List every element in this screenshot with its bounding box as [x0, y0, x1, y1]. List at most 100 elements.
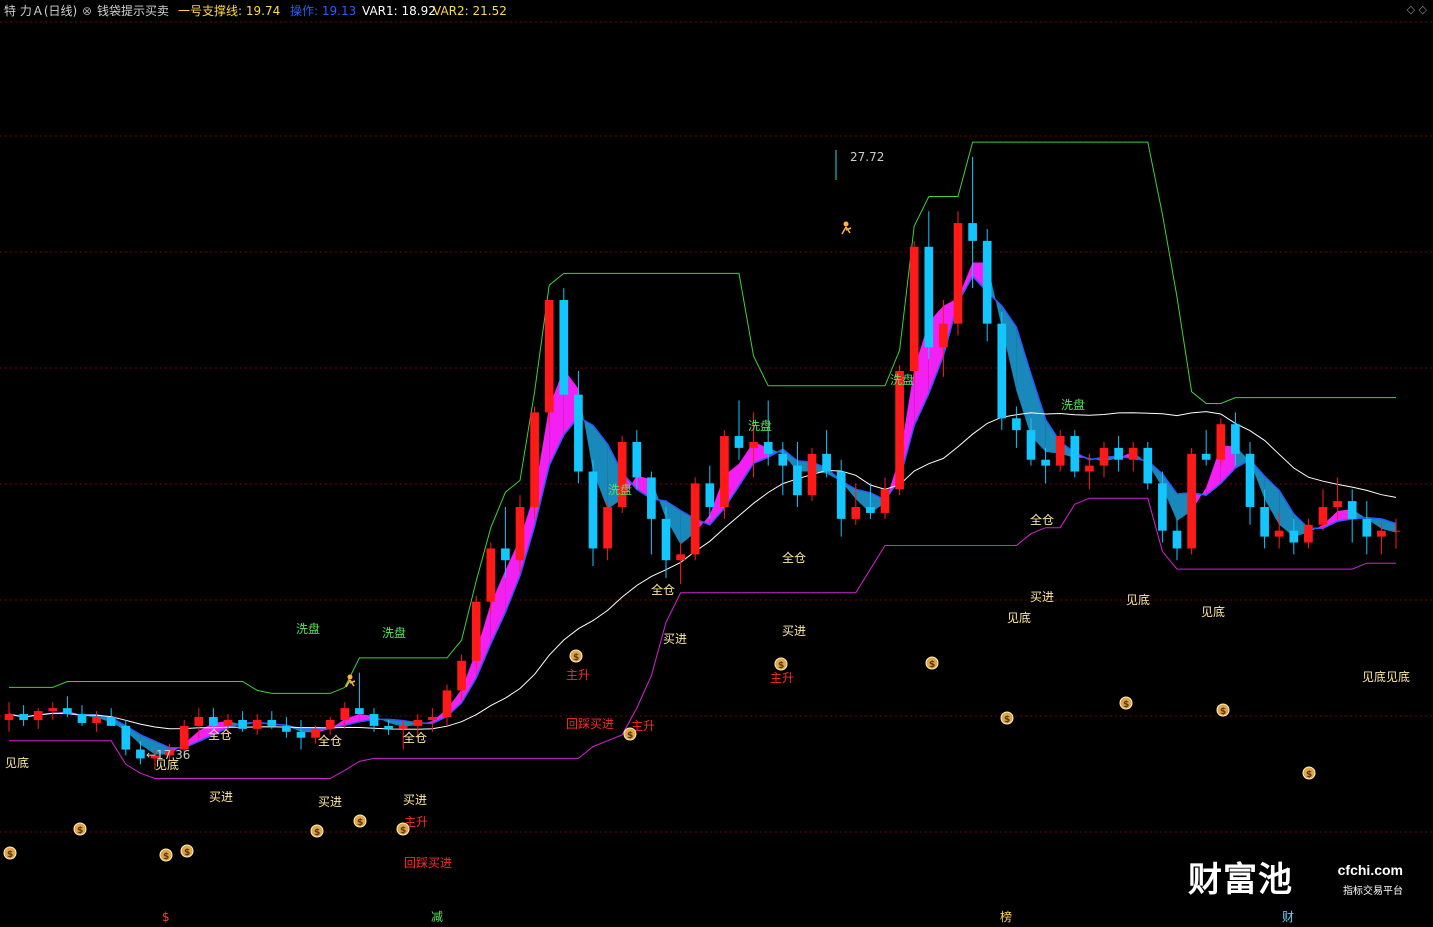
money-bag-icon: $: [353, 814, 367, 828]
candle: [1128, 441, 1138, 472]
candle-body: [749, 441, 758, 448]
candle-body: [515, 507, 525, 561]
full-position-label: 全仓: [208, 727, 232, 742]
candle: [647, 471, 656, 555]
candle-body: [1172, 530, 1182, 549]
candle: [267, 711, 277, 729]
candle-body: [778, 453, 788, 466]
candle: [1245, 441, 1255, 525]
candle-body: [136, 749, 145, 759]
candle-body: [398, 725, 408, 729]
candle-body: [1158, 483, 1167, 531]
candle-body: [369, 714, 379, 726]
candle-body: [121, 725, 131, 750]
candle-body: [19, 714, 28, 720]
candle-body: [442, 690, 452, 718]
candle: [924, 211, 934, 360]
svg-text:$: $: [1123, 700, 1129, 710]
candle-body: [92, 717, 101, 723]
candle: [676, 542, 685, 584]
candle: [63, 696, 72, 718]
indicator-header: 特 力Ａ(日线) ⊗ 钱袋提示买卖 一号支撑线: 19.74 操作: 19.13…: [0, 0, 1433, 22]
candle-body: [4, 714, 14, 720]
candle-body: [340, 708, 350, 720]
candle: [252, 714, 262, 735]
svg-text:$: $: [1306, 770, 1312, 780]
candle-body: [413, 719, 423, 726]
settings-icon[interactable]: ⊗: [82, 0, 92, 22]
money-bag-icon: $: [569, 649, 583, 663]
candle: [33, 708, 43, 729]
candle-body: [1289, 530, 1299, 543]
svg-text:$: $: [1004, 715, 1010, 725]
candle-body: [1114, 447, 1123, 460]
candle-body: [1128, 447, 1138, 460]
candle: [720, 430, 729, 519]
money-bag-icon: $: [180, 844, 194, 858]
candle: [442, 684, 452, 726]
operate-value: 操作: 19.13: [290, 4, 357, 18]
candle-body: [574, 394, 583, 472]
watermark: 财富池 cfchi.com 指标交易平台: [1143, 858, 1403, 902]
candle: [209, 708, 218, 729]
candle-body: [1260, 507, 1269, 537]
candle: [530, 406, 539, 519]
bottom-marker-1: $: [162, 910, 170, 924]
buy-label: 买进: [403, 793, 427, 807]
candle-body: [48, 708, 58, 712]
full-position-label: 全仓: [1030, 512, 1054, 527]
indicator-name[interactable]: 钱袋提示买卖: [97, 0, 169, 22]
svg-text:$: $: [929, 660, 935, 670]
candle: [106, 708, 116, 726]
svg-text:$: $: [573, 653, 579, 663]
candlestick-chart: 洗盘 洗盘洗盘洗盘洗盘洗盘全仓 全仓 全仓全仓全仓全仓买进 买进 买进买进买进买进见底 见底…: [0, 21, 1433, 924]
candle-body: [209, 717, 218, 726]
candle-body: [544, 300, 554, 413]
bottom-label: 见底: [1362, 669, 1386, 684]
corner-icons[interactable]: ◇ ◇: [1407, 3, 1427, 16]
svg-text:$: $: [357, 818, 363, 828]
candle-body: [325, 719, 335, 729]
candle-body: [530, 412, 539, 508]
band-segment: [739, 441, 754, 486]
svg-text:$: $: [314, 828, 320, 838]
bottom-label: 见底: [1126, 592, 1150, 607]
candle-body: [880, 489, 890, 513]
money-bag-icon: $: [1302, 766, 1316, 780]
wash-label: 洗盘: [890, 372, 914, 387]
svg-text:$: $: [400, 826, 406, 836]
low-price-label: ←17.36: [146, 748, 190, 762]
full-position-label: 全仓: [318, 733, 342, 748]
candle-body: [720, 436, 729, 508]
candle: [282, 717, 291, 738]
candle-body: [238, 719, 247, 729]
candle-body: [384, 725, 393, 729]
candle-body: [428, 717, 437, 720]
candle: [603, 501, 612, 561]
candle-body: [1187, 453, 1196, 549]
bottom-marker-3: 榜: [1000, 909, 1012, 924]
candle: [1216, 418, 1226, 466]
candle-body: [1026, 430, 1036, 460]
stock-title[interactable]: 特 力Ａ(日线): [4, 0, 77, 22]
candle: [690, 477, 700, 561]
money-bag-icon: $: [310, 824, 324, 838]
wash-label: 洗盘: [296, 621, 320, 636]
candle: [19, 705, 28, 726]
bottom-label: 见底: [1201, 604, 1225, 619]
money-bag-icon: $: [1000, 711, 1014, 725]
var2-value: VAR2: 21.52: [433, 4, 507, 18]
candle-body: [355, 708, 364, 715]
candle: [48, 702, 58, 720]
wash-label: 洗盘: [1061, 397, 1085, 412]
candle-body: [77, 714, 87, 723]
candle: [325, 717, 335, 735]
support-line: [9, 141, 1396, 694]
band-segment: [1279, 490, 1294, 537]
main-rise-label: 主升: [770, 671, 794, 685]
candle: [909, 240, 919, 383]
candle-body: [763, 441, 773, 454]
candle: [471, 595, 481, 667]
candle-body: [1231, 424, 1240, 454]
svg-text:$: $: [163, 852, 169, 862]
